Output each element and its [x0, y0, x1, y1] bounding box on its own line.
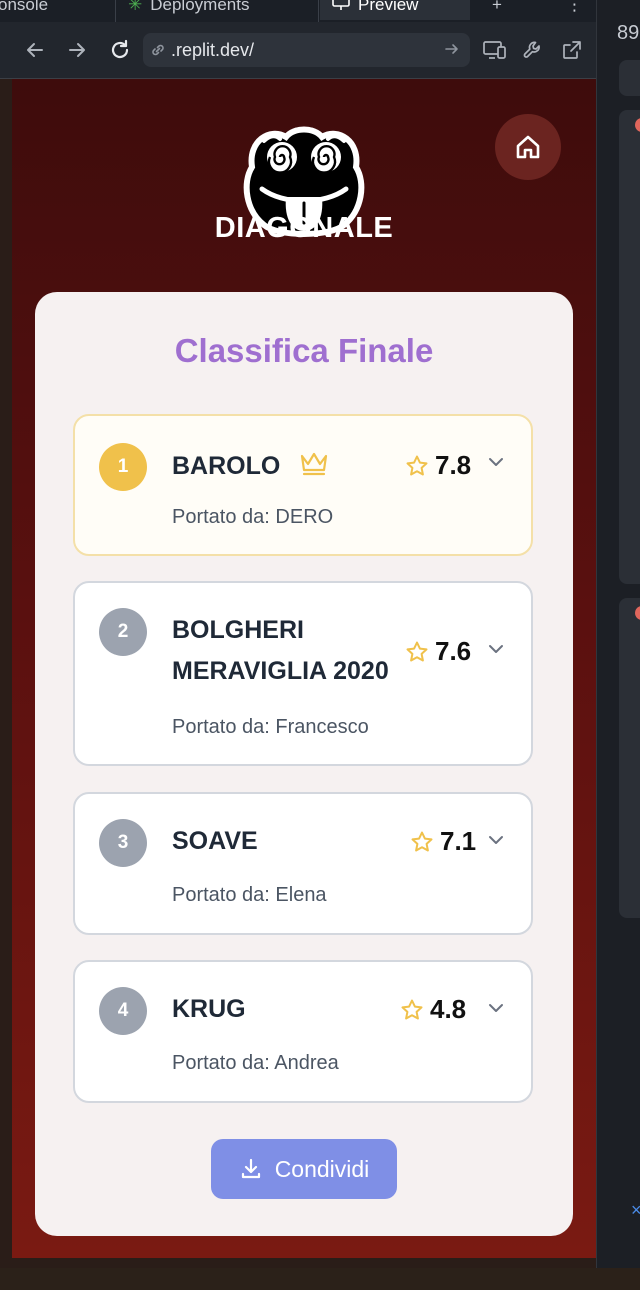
arrow-left-icon: [27, 43, 43, 57]
wine-name: BAROLO: [172, 452, 281, 480]
score: 7.8: [405, 450, 471, 481]
download-icon: [241, 1158, 260, 1179]
ranking-card-2[interactable]: 2 BOLGHERI MERAVIGLIA 2020 7.6 Portato d…: [73, 581, 533, 766]
star-icon: [411, 831, 433, 851]
devtools-button[interactable]: [519, 36, 547, 64]
app-viewport: DIAGONALE Classifica Finale 1 BAROLO 7.8…: [12, 79, 596, 1258]
tab-preview[interactable]: Preview: [320, 0, 470, 20]
more-menu-button[interactable]: ⋮: [566, 0, 583, 20]
wrench-icon: [523, 41, 540, 58]
rank-badge: 1: [99, 443, 147, 491]
page-title: Classifica Finale: [174, 332, 434, 369]
score: 7.6: [405, 636, 471, 667]
star-icon: [406, 455, 428, 475]
brought-by-label: Portato da:: [172, 1052, 275, 1074]
brought-by-name: DERO: [275, 506, 334, 528]
brought-by-label: Portato da:: [172, 716, 276, 738]
devices-button[interactable]: [481, 36, 509, 64]
wine-name-line-2: MERAVIGLIA 2020: [172, 657, 389, 685]
crown-icon: [300, 452, 328, 476]
brought-by-label: Portato da:: [172, 884, 276, 906]
back-button[interactable]: [21, 36, 49, 64]
ranking-panel: Classifica Finale 1 BAROLO 7.8 Portato d…: [35, 292, 573, 1236]
panel-number: 89: [617, 22, 640, 44]
monitor-icon: [332, 0, 350, 16]
wine-name: SOAVE: [172, 827, 258, 855]
plus-icon: +: [492, 0, 502, 14]
score: 7.1: [410, 826, 476, 857]
go-arrow-icon[interactable]: [444, 41, 460, 62]
wine-name: KRUG: [172, 995, 246, 1023]
rank-badge: 3: [99, 819, 147, 867]
score-value: 7.8: [435, 450, 472, 480]
reload-button[interactable]: [106, 36, 134, 64]
chevron-down-icon[interactable]: [487, 456, 505, 468]
tab-divider: [318, 0, 319, 22]
new-tab-button[interactable]: +: [492, 0, 512, 20]
side-card: [619, 110, 640, 584]
chevron-down-icon[interactable]: [487, 643, 505, 655]
tab-label: onsole: [0, 0, 49, 14]
link-icon: [149, 41, 167, 64]
home-icon: [516, 135, 540, 159]
home-button[interactable]: [495, 114, 561, 180]
star-icon: [401, 999, 423, 1019]
tab-divider: [115, 0, 116, 22]
share-label: Condividi: [274, 1155, 370, 1182]
ranking-card-3[interactable]: 3 SOAVE 7.1 Portato da: Elena: [73, 792, 533, 935]
brought-by: Portato da: DERO: [172, 506, 333, 529]
url-field[interactable]: .replit.dev/: [143, 33, 470, 67]
tab-deployments[interactable]: ✳ Deployments: [128, 0, 308, 20]
tab-label: Deployments: [150, 0, 250, 14]
url-text: .replit.dev/: [171, 40, 255, 60]
ranking-card-4[interactable]: 4 KRUG 4.8 Portato da: Andrea: [73, 960, 533, 1103]
share-button[interactable]: Condividi: [211, 1139, 397, 1199]
brought-by-name: Elena: [275, 884, 327, 906]
score: 4.8: [400, 994, 466, 1025]
brought-by: Portato da: Elena: [172, 884, 327, 907]
browser-address-bar: .replit.dev/: [0, 22, 596, 79]
rank-badge: 4: [99, 987, 147, 1035]
score-value: 7.6: [435, 636, 472, 666]
side-panel-strip: 89 ×: [596, 0, 640, 1268]
brought-by-label: Portato da:: [172, 506, 276, 528]
chevron-down-icon[interactable]: [487, 834, 505, 846]
deployments-icon: ✳: [128, 0, 143, 14]
score-value: 7.1: [440, 826, 477, 856]
tab-console[interactable]: onsole: [0, 0, 108, 20]
rank-badge: 2: [99, 608, 147, 656]
more-vertical-icon: ⋮: [566, 0, 583, 14]
close-icon[interactable]: ×: [631, 1200, 640, 1221]
brought-by-name: Andrea: [274, 1052, 339, 1074]
desktop-background: [0, 1268, 640, 1290]
side-card: [619, 60, 640, 96]
external-link-icon: [563, 41, 581, 59]
arrow-right-icon: [69, 43, 85, 57]
brought-by: Portato da: Francesco: [172, 716, 369, 739]
reload-icon: [111, 39, 129, 59]
wine-name-line-1: BOLGHERI: [172, 616, 304, 644]
chevron-down-icon[interactable]: [487, 1002, 505, 1014]
devices-icon: [483, 41, 506, 59]
brand-logo-text: DIAGONALE: [214, 212, 394, 244]
brought-by: Portato da: Andrea: [172, 1052, 339, 1075]
tab-label: Preview: [358, 0, 419, 14]
forward-button[interactable]: [63, 36, 91, 64]
brought-by-name: Francesco: [275, 716, 369, 738]
browser-tab-bar: onsole ✳ Deployments Preview + ⋮: [0, 0, 596, 22]
ranking-card-1[interactable]: 1 BAROLO 7.8 Portato da: DERO: [73, 414, 533, 556]
open-new-window-button[interactable]: [558, 36, 586, 64]
score-value: 4.8: [430, 994, 467, 1024]
side-card: [619, 598, 640, 918]
star-icon: [406, 641, 428, 661]
